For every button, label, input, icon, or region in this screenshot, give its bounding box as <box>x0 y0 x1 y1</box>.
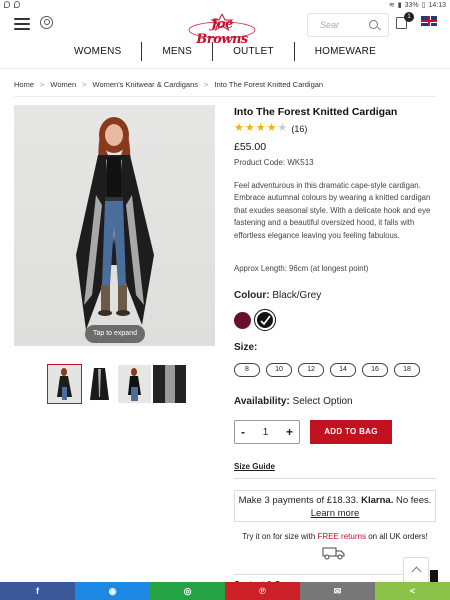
breadcrumb-home[interactable]: Home <box>14 80 34 89</box>
rating[interactable]: ★ ★ ★ ★ ★ (16) <box>234 123 307 134</box>
scroll-to-top-button[interactable] <box>403 557 429 583</box>
battery-icon: ▯ <box>421 2 426 9</box>
battery-level: 33% <box>404 1 419 9</box>
status-bar: ≋ ▮ 33% ▯ 14:13 <box>0 0 450 12</box>
availability: Availability: Select Option <box>234 396 353 407</box>
klarna-text-2: No fees. <box>396 495 432 506</box>
colour-label: Colour: Black/Grey <box>234 290 321 301</box>
size-label: Size: <box>234 342 258 353</box>
klarna-text: Make 3 payments of £18.33. <box>238 495 359 506</box>
star-icon: ★ <box>244 122 255 134</box>
clock: 14:13 <box>428 1 446 9</box>
klarna-box: Make 3 payments of £18.33. Klarna. No fe… <box>234 490 436 522</box>
bag-count-badge: 1 <box>404 12 414 22</box>
quantity-increase-button[interactable]: + <box>286 425 293 439</box>
site-header: Joe Browns Sear 1 <box>0 12 450 47</box>
menu-icon[interactable] <box>14 18 30 30</box>
size-option-14[interactable]: 14 <box>330 363 356 377</box>
chevron-right-icon: > <box>40 80 45 89</box>
share-whatsapp-icon[interactable]: ◎ <box>150 582 225 600</box>
returns-free-text: FREE returns <box>317 532 366 541</box>
availability-label: Availability: <box>234 396 290 407</box>
divider <box>14 96 436 97</box>
product-price: £55.00 <box>234 141 267 153</box>
size-option-18[interactable]: 18 <box>394 363 420 377</box>
swatch-wine[interactable] <box>234 311 251 329</box>
size-guide-link[interactable]: Size Guide <box>234 462 275 471</box>
availability-value: Select Option <box>292 396 353 407</box>
size-option-10[interactable]: 10 <box>266 363 292 377</box>
share-bar: f ◉ ◎ ℗ ✉ < <box>0 582 450 600</box>
product-title: Into The Forest Knitted Cardigan <box>234 106 398 118</box>
share-pinterest-icon[interactable]: ℗ <box>225 582 300 600</box>
colour-swatches <box>234 309 276 331</box>
colour-heading: Colour: <box>234 290 270 301</box>
model-photo <box>76 117 154 330</box>
product-description: Feel adventurous in this dramatic cape-s… <box>234 181 431 240</box>
share-email-icon[interactable]: ✉ <box>300 582 375 600</box>
product-info: Into The Forest Knitted Cardigan ★ ★ ★ ★… <box>234 106 439 589</box>
share-facebook-icon[interactable]: f <box>0 582 75 600</box>
breadcrumb: Home > Women > Women's Knitwear & Cardig… <box>14 80 323 89</box>
star-icon: ★ <box>266 122 277 134</box>
chevron-right-icon: > <box>82 80 87 89</box>
size-option-16[interactable]: 16 <box>362 363 388 377</box>
rating-count[interactable]: (16) <box>291 124 307 134</box>
size-option-12[interactable]: 12 <box>298 363 324 377</box>
quantity-stepper: - 1 + <box>234 420 300 444</box>
main-nav: WOMENS MENS OUTLET HOMEWARE <box>0 42 450 66</box>
delivery-truck-icon <box>322 547 345 560</box>
colour-value: Black/Grey <box>272 290 322 301</box>
quantity-decrease-button[interactable]: - <box>241 425 245 439</box>
nav-item-outlet[interactable]: OUTLET <box>213 42 295 61</box>
nav-item-homeware[interactable]: HOMEWARE <box>295 42 396 61</box>
size-options: 8 10 12 14 16 18 <box>234 363 420 377</box>
thumbnail-4[interactable] <box>153 365 186 403</box>
product-code: Product Code: WK513 <box>234 158 314 167</box>
logo[interactable]: Joe Browns <box>188 14 256 47</box>
thumbnail-strip <box>47 364 186 404</box>
breadcrumb-women[interactable]: Women <box>50 80 76 89</box>
swatch-black-grey-selected[interactable] <box>254 309 276 331</box>
breadcrumb-current: Into The Forest Knitted Cardigan <box>214 80 324 89</box>
chevron-right-icon: > <box>204 80 209 89</box>
share-messenger-icon[interactable]: ◉ <box>75 582 150 600</box>
divider <box>0 68 450 69</box>
nav-item-womens[interactable]: WOMENS <box>54 42 143 61</box>
thumbnail-2[interactable] <box>83 365 116 403</box>
account-icon[interactable] <box>40 16 53 29</box>
location-pin-icon <box>14 1 20 8</box>
approx-length: Approx Length: 96cm (at longest point) <box>234 264 369 273</box>
size-option-8[interactable]: 8 <box>234 363 260 377</box>
nav-item-mens[interactable]: MENS <box>142 42 214 61</box>
returns-text-post: on all UK orders! <box>365 532 428 541</box>
add-to-bag-button[interactable]: ADD TO BAG <box>310 420 392 444</box>
divider <box>234 478 436 479</box>
checkmark-icon <box>260 315 271 326</box>
signal-icon: ▮ <box>397 2 402 9</box>
klarna-brand: Klarna. <box>361 495 394 506</box>
returns-note: Try it on for size with FREE returns on … <box>234 532 436 541</box>
thumbnail-1[interactable] <box>47 364 82 404</box>
klarna-learn-more-link[interactable]: Learn more <box>311 508 360 519</box>
share-generic-icon[interactable]: < <box>375 582 450 600</box>
location-icon <box>4 1 10 8</box>
tap-to-expand-hint[interactable]: Tap to expand <box>85 325 145 343</box>
star-empty-icon: ★ <box>277 122 288 134</box>
search-icon[interactable] <box>369 20 378 29</box>
wifi-icon: ≋ <box>388 2 395 9</box>
quantity-value[interactable]: 1 <box>263 427 269 438</box>
product-main-image[interactable] <box>14 105 215 346</box>
returns-text-pre: Try it on for size with <box>242 532 318 541</box>
thumbnail-3[interactable] <box>118 365 151 403</box>
side-tab[interactable] <box>430 570 438 582</box>
star-icon: ★ <box>255 122 266 134</box>
search-input[interactable]: Sear <box>307 13 389 37</box>
uk-flag-icon[interactable] <box>421 16 437 26</box>
star-icon: ★ <box>234 122 244 134</box>
search-placeholder: Sear <box>320 20 340 30</box>
breadcrumb-knitwear[interactable]: Women's Knitwear & Cardigans <box>93 80 199 89</box>
